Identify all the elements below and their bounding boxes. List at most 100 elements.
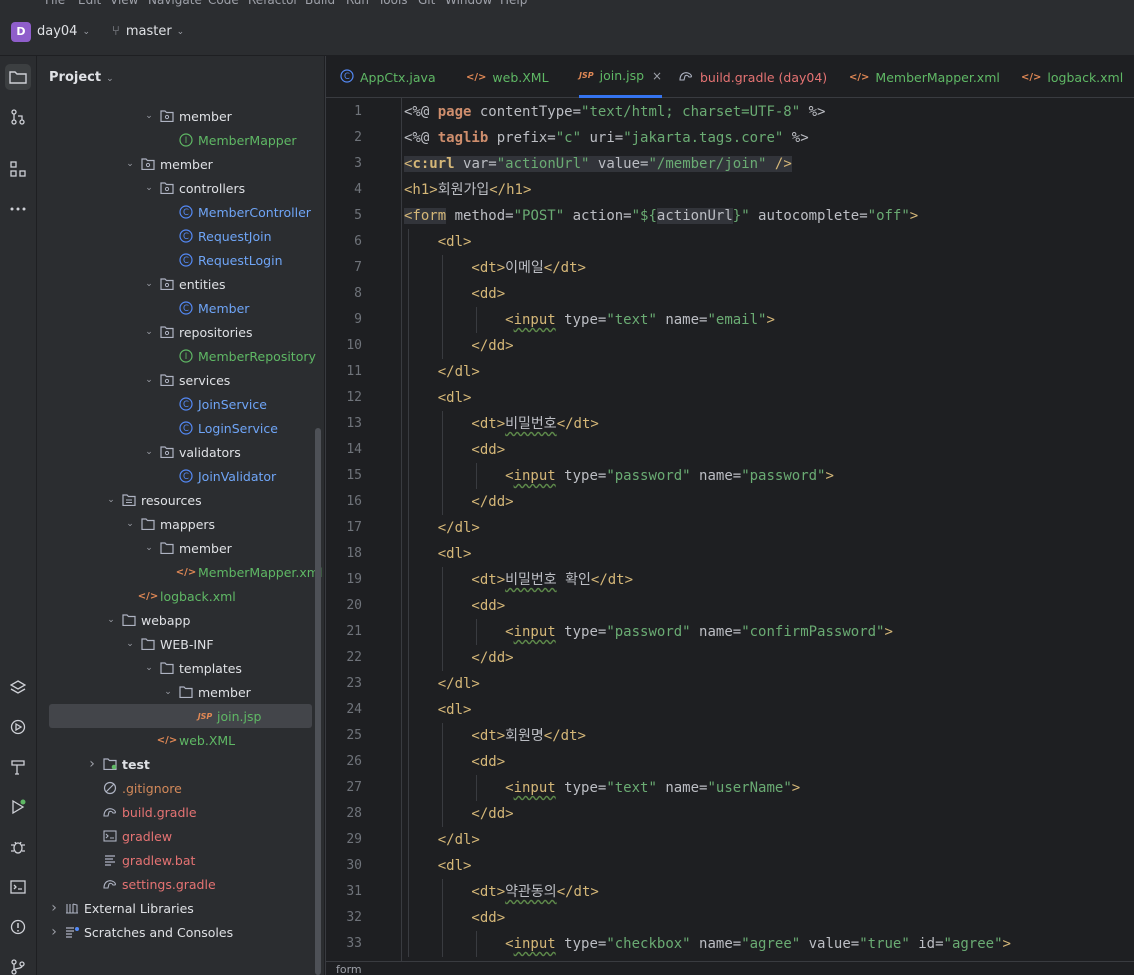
tree-item[interactable]: </> web.XML: [37, 728, 324, 752]
code-line[interactable]: <input type="password" name="password">: [404, 463, 834, 489]
chevron-down-icon[interactable]: ⌄: [82, 27, 90, 37]
tree-item[interactable]: gradlew: [37, 824, 324, 848]
project-folder-icon[interactable]: [5, 64, 31, 90]
line-number[interactable]: 31: [326, 879, 362, 905]
line-number[interactable]: 13: [326, 411, 362, 437]
tree-item[interactable]: .gitignore: [37, 776, 324, 800]
menu-item-navigate[interactable]: Navigate: [148, 0, 202, 7]
tree-item[interactable]: ⌄ member: [37, 680, 324, 704]
tab-logback-xml[interactable]: </> logback.xml: [1021, 56, 1123, 98]
tree-item[interactable]: ⌄ entities: [37, 272, 324, 296]
menu-item-tools[interactable]: Tools: [378, 0, 408, 7]
line-number[interactable]: 4: [326, 177, 362, 203]
line-number[interactable]: 5: [326, 203, 362, 229]
tree-item[interactable]: ⌄ services: [37, 368, 324, 392]
code-line[interactable]: <dd>: [404, 437, 505, 463]
breadcrumb[interactable]: form: [326, 961, 1134, 975]
line-number[interactable]: 23: [326, 671, 362, 697]
code-line[interactable]: <dt>회원명</dt>: [404, 723, 586, 749]
tree-item[interactable]: </> MemberMapper.xml: [37, 560, 324, 584]
code-line[interactable]: </dd>: [404, 333, 513, 359]
chevron-down-icon[interactable]: ⌄: [123, 519, 137, 529]
chevron-down-icon[interactable]: ⌄: [106, 74, 114, 84]
line-number[interactable]: 8: [326, 281, 362, 307]
tree-item[interactable]: C MemberController: [37, 200, 324, 224]
code-line[interactable]: <form method="POST" action="${actionUrl}…: [404, 203, 918, 229]
chevron-down-icon[interactable]: ⌄: [161, 687, 175, 697]
tree-item[interactable]: settings.gradle: [37, 872, 324, 896]
tree-item[interactable]: I MemberMapper: [37, 128, 324, 152]
tree-item[interactable]: C JoinValidator: [37, 464, 324, 488]
tab-membermapper-xml[interactable]: </> MemberMapper.xml: [849, 56, 1000, 98]
code-line[interactable]: <dl>: [404, 385, 472, 411]
tree-item[interactable]: ⌄ templates: [37, 656, 324, 680]
tree-item[interactable]: ⌄ controllers: [37, 176, 324, 200]
code-line[interactable]: <c:url var="actionUrl" value="/member/jo…: [404, 151, 792, 177]
code-line[interactable]: </dl>: [404, 515, 480, 541]
run-icon[interactable]: [5, 794, 31, 820]
code-line[interactable]: <dd>: [404, 593, 505, 619]
code-line[interactable]: <dl>: [404, 229, 472, 255]
code-line[interactable]: </dl>: [404, 671, 480, 697]
tree-item[interactable]: ⌄ member: [37, 536, 324, 560]
code-line[interactable]: <dl>: [404, 697, 472, 723]
chevron-right-icon[interactable]: ›: [47, 924, 61, 940]
project-scrollbar[interactable]: [315, 428, 321, 975]
tree-item[interactable]: C RequestLogin: [37, 248, 324, 272]
tree-item[interactable]: gradlew.bat: [37, 848, 324, 872]
line-number[interactable]: 32: [326, 905, 362, 931]
line-number[interactable]: 12: [326, 385, 362, 411]
code-line[interactable]: <dt>약관동의</dt>: [404, 879, 598, 905]
tree-item[interactable]: ⌄ validators: [37, 440, 324, 464]
layers-icon[interactable]: [5, 674, 31, 700]
line-number[interactable]: 19: [326, 567, 362, 593]
line-number[interactable]: 1: [326, 99, 362, 125]
code-line[interactable]: <dl>: [404, 853, 472, 879]
tree-item[interactable]: ⌄ member: [37, 104, 324, 128]
chevron-down-icon[interactable]: ⌄: [104, 495, 118, 505]
line-number[interactable]: 16: [326, 489, 362, 515]
chevron-down-icon[interactable]: ⌄: [142, 447, 156, 457]
tab-appctx-java[interactable]: C AppCtx.java: [340, 56, 436, 98]
close-tab-icon[interactable]: ×: [652, 69, 662, 83]
tree-item[interactable]: build.gradle: [37, 800, 324, 824]
line-number[interactable]: 2: [326, 125, 362, 151]
chevron-down-icon[interactable]: ⌄: [142, 111, 156, 121]
code-line[interactable]: <dt>비밀번호 확인</dt>: [404, 567, 633, 593]
line-number[interactable]: 6: [326, 229, 362, 255]
tab-web-xml[interactable]: </> web.XML: [466, 56, 549, 98]
tree-item[interactable]: C JoinService: [37, 392, 324, 416]
code-line[interactable]: <dl>: [404, 541, 472, 567]
code-line[interactable]: <%@ taglib prefix="c" uri="jakarta.tags.…: [404, 125, 809, 151]
code-line[interactable]: <input type="checkbox" name="agree" valu…: [404, 931, 1011, 957]
menu-item-window[interactable]: Window: [445, 0, 492, 7]
line-number[interactable]: 25: [326, 723, 362, 749]
project-badge[interactable]: D: [11, 21, 31, 42]
line-number[interactable]: 10: [326, 333, 362, 359]
problems-icon[interactable]: [5, 914, 31, 940]
code-line[interactable]: <dd>: [404, 749, 505, 775]
code-line[interactable]: </dd>: [404, 801, 513, 827]
tree-item[interactable]: › External Libraries: [37, 896, 324, 920]
code-line[interactable]: <input type="text" name="userName">: [404, 775, 800, 801]
line-number[interactable]: 11: [326, 359, 362, 385]
debug-icon[interactable]: [5, 834, 31, 860]
tree-item[interactable]: I MemberRepository: [37, 344, 324, 368]
tree-item[interactable]: C Member: [37, 296, 324, 320]
tree-item[interactable]: C LoginService: [37, 416, 324, 440]
code-line[interactable]: <dd>: [404, 281, 505, 307]
branch-icon[interactable]: ⑂: [112, 24, 120, 39]
line-number[interactable]: 24: [326, 697, 362, 723]
code-line[interactable]: <input type="text" name="email">: [404, 307, 775, 333]
tree-item[interactable]: › Scratches and Consoles: [37, 920, 324, 944]
line-number[interactable]: 18: [326, 541, 362, 567]
code-line[interactable]: </dl>: [404, 359, 480, 385]
chevron-down-icon[interactable]: ⌄: [142, 375, 156, 385]
menu-item-build[interactable]: Build: [305, 0, 335, 7]
line-number[interactable]: 28: [326, 801, 362, 827]
chevron-right-icon[interactable]: ›: [85, 756, 99, 772]
tree-item[interactable]: ⌄ member: [37, 152, 324, 176]
menu-item-code[interactable]: Code: [208, 0, 239, 7]
line-number[interactable]: 15: [326, 463, 362, 489]
tab-join-jsp[interactable]: JSP join.jsp ×: [579, 56, 663, 98]
